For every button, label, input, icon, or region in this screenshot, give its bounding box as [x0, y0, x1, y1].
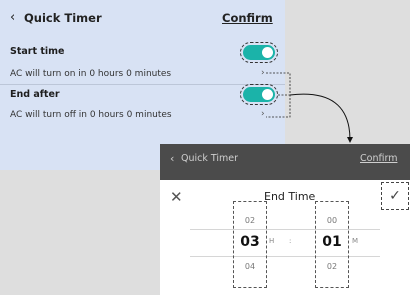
confirm-button[interactable]: Confirm	[360, 153, 397, 164]
page-title: Quick Timer	[181, 153, 239, 164]
end-time-picker-screen: ‹ Quick Timer Confirm ✕ End Time ✓ 02 03…	[160, 144, 410, 295]
connector-arrow	[289, 93, 353, 143]
minutes-prev: 00	[326, 216, 338, 225]
checkmark-icon: ✓	[389, 188, 401, 204]
hours-prev: 02	[244, 216, 256, 225]
hours-selected: 03	[240, 234, 260, 250]
minutes-unit: M	[352, 237, 359, 245]
time-separator: :	[289, 237, 292, 245]
checkmark-button[interactable]: ✓	[381, 182, 409, 210]
sheet-title: End Time	[264, 190, 316, 203]
close-icon[interactable]: ✕	[170, 188, 183, 206]
hours-next: 04	[244, 262, 256, 271]
hours-unit: H	[269, 237, 275, 245]
minutes-next: 02	[326, 262, 338, 271]
picker-highlight-line	[190, 229, 380, 230]
hours-picker[interactable]: 02 03 04	[233, 201, 267, 288]
minutes-picker[interactable]: 00 01 02	[315, 201, 349, 288]
header: ‹ Quick Timer Confirm	[160, 144, 410, 180]
minutes-selected: 01	[322, 234, 342, 250]
picker-highlight-line	[190, 256, 380, 257]
back-icon[interactable]: ‹	[170, 152, 174, 165]
